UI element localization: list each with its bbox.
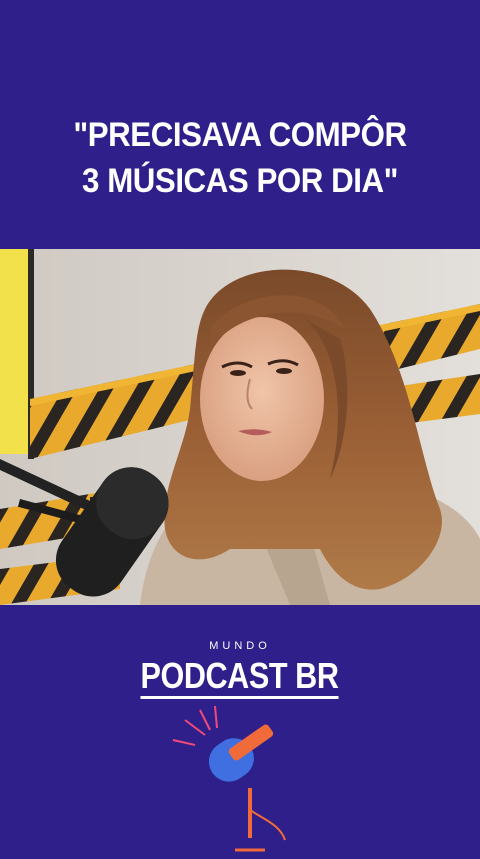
video-frame[interactable]: [0, 249, 480, 605]
yellow-panel: [0, 249, 30, 454]
microphone-logo-icon: [165, 700, 315, 859]
quote-headline: "PRECISAVA COMPÔR 3 MÚSICAS POR DIA": [19, 112, 461, 204]
quote-line-2: 3 MÚSICAS POR DIA": [82, 162, 398, 200]
quote-line-1: "PRECISAVA COMPÔR: [73, 116, 407, 154]
face: [200, 317, 324, 481]
video-scene: [0, 249, 480, 605]
brand-name: PODCAST BR: [140, 656, 339, 699]
podcast-brand: MUNDO PODCAST BR: [0, 640, 480, 699]
brand-prefix: MUNDO: [209, 640, 271, 652]
